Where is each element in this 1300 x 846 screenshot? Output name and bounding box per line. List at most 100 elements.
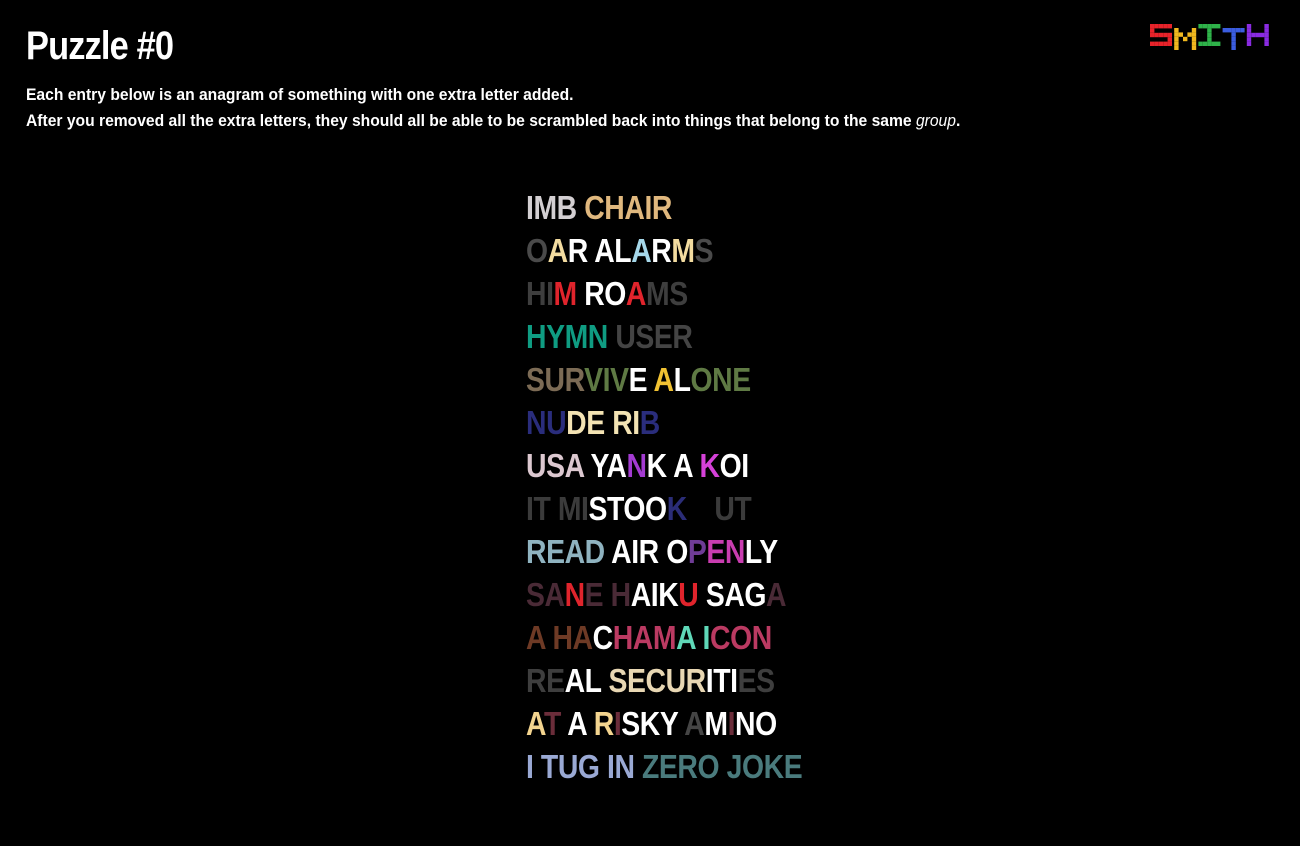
entry-letter: S <box>526 361 545 398</box>
entry-letter: I <box>705 662 714 699</box>
entry-letter: N <box>694 490 715 527</box>
anagram-list: IMB CHAIR OAR ALARMS HIM ROAMS HYMN USER SUR… <box>526 186 847 788</box>
letter-space <box>687 490 694 527</box>
entry-letter: T <box>533 490 551 527</box>
entry-letter: L <box>673 361 691 398</box>
entry-letter: O <box>719 447 742 484</box>
entry-letter: C <box>592 619 614 656</box>
entry-letter: B <box>556 189 578 226</box>
entry-letter: R <box>651 189 673 226</box>
entry-letter: I <box>526 748 534 785</box>
smith-logo[interactable] <box>1150 18 1280 54</box>
entry-letter: A <box>632 619 654 656</box>
anagram-entry: READ AIR OPENLY <box>526 530 802 573</box>
anagram-entry: OAR ALARMS <box>526 229 802 272</box>
entry-letter: A <box>567 705 587 742</box>
entry-letter: O <box>604 275 626 312</box>
entry-letter: T <box>713 662 731 699</box>
logo-letter <box>1222 28 1245 50</box>
entry-letter: K <box>699 447 721 484</box>
entry-letter: A <box>526 705 544 742</box>
entry-letter: R <box>584 275 605 312</box>
entry-letter: C <box>584 189 605 226</box>
entry-letter: O <box>697 748 720 785</box>
entry-letter: R <box>612 404 633 441</box>
anagram-entry: HYMN USER <box>526 315 802 358</box>
entry-letter: C <box>645 662 667 699</box>
entry-letter: U <box>665 662 687 699</box>
entry-letter: T <box>540 748 558 785</box>
entry-letter: E <box>628 361 648 398</box>
entry-letter: S <box>694 232 714 269</box>
letter-space <box>577 189 584 226</box>
letter-space <box>659 533 666 570</box>
logo-letter <box>1198 24 1221 46</box>
letter-space <box>608 318 615 355</box>
instruction-line-2-emphasis: group <box>915 111 956 130</box>
anagram-entry: SANE HAIKU SAGA <box>526 573 802 616</box>
entry-letter: D <box>584 533 606 570</box>
instruction-line-1: Each entry below is an anagram of someth… <box>26 85 574 104</box>
entry-letter: H <box>604 189 625 226</box>
entry-letter: S <box>526 576 545 613</box>
anagram-entry: REAL SECURITIES <box>526 659 802 702</box>
entry-letter: N <box>751 619 773 656</box>
entry-letter: U <box>544 361 566 398</box>
entry-letter: H <box>526 275 547 312</box>
entry-letter: S <box>756 662 775 699</box>
entry-letter: S <box>546 447 565 484</box>
entry-letter: N <box>526 404 547 441</box>
entry-letter: R <box>567 232 589 269</box>
entry-letter: U <box>714 490 735 527</box>
entry-letter: I <box>607 748 615 785</box>
anagram-entry: USA YANK A KOI <box>526 444 802 487</box>
entry-letter: A <box>624 189 645 226</box>
entry-letter: M <box>553 275 578 312</box>
entry-letter: A <box>564 447 584 484</box>
entry-letter: V <box>610 361 629 398</box>
entry-letter: A <box>611 533 632 570</box>
letter-space <box>698 576 705 613</box>
entry-letter: G <box>577 748 600 785</box>
entry-letter: R <box>526 662 547 699</box>
entry-letter: T <box>734 490 752 527</box>
anagram-entry: I TUG IN ZERO JOKE <box>526 745 803 788</box>
letter-space <box>601 662 608 699</box>
entry-letter: M <box>646 275 670 312</box>
entry-letter: E <box>546 533 565 570</box>
entry-letter: K <box>639 705 661 742</box>
entry-letter: A <box>606 447 627 484</box>
entry-letter: H <box>612 619 634 656</box>
logo-letter <box>1150 24 1172 46</box>
anagram-entry: SURVIVE ALONE <box>526 358 802 401</box>
entry-letter: H <box>552 619 573 656</box>
entry-letter: U <box>615 318 636 355</box>
entry-letter: A <box>564 662 586 699</box>
entry-letter: K <box>763 748 785 785</box>
entry-letter: R <box>677 748 698 785</box>
entry-letter: L <box>584 662 602 699</box>
entry-letter: A <box>631 232 652 269</box>
entry-letter: I <box>631 533 639 570</box>
entry-letter: I <box>581 490 589 527</box>
entry-letter: T <box>543 705 561 742</box>
entry-letter: M <box>652 619 677 656</box>
entry-letter: P <box>687 533 707 570</box>
instruction-line-2-text: After you removed all the extra letters,… <box>26 111 916 130</box>
entry-letter: E <box>783 748 803 785</box>
entry-letter: I <box>741 447 749 484</box>
entry-letter: N <box>712 361 733 398</box>
entry-letter: S <box>635 318 654 355</box>
entry-letter: N <box>614 748 635 785</box>
entry-letter: E <box>584 576 604 613</box>
entry-letter: N <box>735 705 756 742</box>
entry-letter: T <box>607 490 624 527</box>
entry-letter: R <box>593 705 615 742</box>
entry-letter: E <box>732 361 751 398</box>
entry-letter: N <box>587 318 609 355</box>
entry-letter: E <box>658 748 678 785</box>
entry-letter: E <box>627 662 646 699</box>
letter-space <box>545 619 552 656</box>
entry-letter: O <box>730 619 752 656</box>
entry-letter: U <box>557 748 579 785</box>
